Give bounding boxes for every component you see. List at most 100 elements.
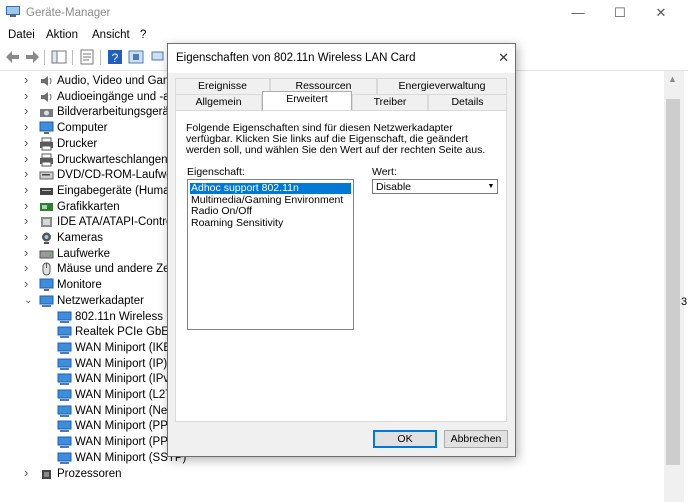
tree-item-label: Monitore	[57, 279, 102, 292]
ok-button[interactable]: OK	[373, 430, 437, 448]
scan-hardware-icon[interactable]	[151, 49, 167, 65]
chevron-right-icon[interactable]: ›	[24, 245, 34, 260]
svg-text:?: ?	[112, 51, 119, 65]
chevron-right-icon[interactable]: ›	[24, 276, 34, 291]
forward-arrow-icon[interactable]	[24, 49, 40, 65]
tree-item-label: Kameras	[57, 232, 104, 244]
speaker-icon	[41, 91, 52, 102]
keyboard-icon	[40, 187, 53, 195]
show-hide-console-tree-icon[interactable]	[51, 49, 67, 65]
tree-item-label: Eingabegeräte (Human	[57, 184, 176, 197]
chevron-right-icon[interactable]: ›	[24, 119, 34, 134]
dialog-close-button[interactable]: ✕	[498, 50, 509, 66]
tree-item-label: Audioeingänge und -au	[57, 90, 176, 103]
properties-icon[interactable]	[79, 49, 95, 65]
chevron-right-icon[interactable]: ›	[24, 465, 34, 480]
menu-aktion[interactable]: Aktion	[46, 29, 78, 41]
speaker-icon	[41, 76, 52, 86]
network-adapter-icon	[57, 436, 72, 449]
chevron-right-icon[interactable]: ›	[24, 166, 34, 181]
chevron-right-icon[interactable]: ›	[24, 213, 34, 228]
value-label: Wert:	[372, 166, 397, 178]
printer-icon	[40, 153, 53, 166]
chevron-right-icon[interactable]: ›	[24, 151, 34, 166]
tree-item-label: WAN Miniport (PPTF	[75, 436, 182, 449]
properties-dialog: Eigenschaften von 802.11n Wireless LAN C…	[167, 43, 516, 457]
toolbar-separator	[100, 50, 101, 65]
tree-item-label: Druckwarteschlangen	[57, 153, 168, 166]
update-driver-icon[interactable]	[128, 49, 144, 65]
tree-item-label: DVD/CD-ROM-Laufwerk	[57, 169, 183, 182]
tree-item-label: Laufwerke	[57, 247, 111, 260]
menu-ansicht[interactable]: Ansicht	[92, 29, 130, 41]
chevron-right-icon[interactable]: ›	[24, 229, 34, 244]
close-button[interactable]: ✕	[648, 4, 674, 22]
display-adapter-icon	[40, 202, 53, 211]
chevron-right-icon[interactable]: ›	[24, 103, 34, 118]
network-adapter-icon	[57, 452, 72, 464]
network-adapter-icon	[57, 405, 72, 417]
tree-item-label: Bildverarbeitungsgeräte	[57, 106, 179, 119]
cancel-button[interactable]: Abbrechen	[444, 430, 508, 448]
device-manager-icon	[6, 6, 20, 17]
chevron-right-icon[interactable]: ›	[24, 260, 34, 275]
tree-item-label: IDE ATA/ATAPI-Controlle	[57, 216, 184, 229]
tab-details[interactable]: Details	[428, 94, 507, 110]
help-icon[interactable]: ?	[107, 49, 123, 65]
chevron-right-icon[interactable]: ›	[24, 198, 34, 213]
chevron-right-icon[interactable]: ›	[24, 72, 34, 87]
property-list-item[interactable]: Adhoc support 802.11n	[190, 183, 351, 194]
property-listbox[interactable]: Adhoc support 802.11n Multimedia/Gaming E…	[187, 179, 354, 330]
property-list-item[interactable]: Multimedia/Gaming Environment	[190, 194, 351, 206]
tab-allgemein[interactable]: Allgemein	[175, 94, 262, 110]
tree-item-label: Prozessoren	[57, 467, 122, 480]
dialog-titlebar: Eigenschaften von 802.11n Wireless LAN C…	[168, 44, 515, 73]
minimize-button[interactable]: —	[565, 4, 591, 22]
value-dropdown[interactable]: Disable ▼	[372, 179, 498, 194]
tree-item-label: WAN Miniport (IPv6	[75, 373, 176, 386]
tree-item-label: Audio, Video und Game	[57, 75, 179, 87]
tree-item-label: Computer	[57, 122, 108, 135]
network-adapter-icon	[57, 342, 72, 354]
property-list-item[interactable]: Roaming Sensitivity	[190, 217, 351, 229]
chevron-right-icon[interactable]: ›	[24, 182, 34, 197]
menu-datei[interactable]: Datei	[8, 29, 35, 41]
chevron-down-icon[interactable]: ⌄	[24, 295, 34, 306]
tab-erweitert[interactable]: Erweitert	[262, 91, 352, 110]
network-adapter-icon	[39, 295, 54, 307]
tab-ereignisse[interactable]: Ereignisse	[175, 78, 270, 94]
tree-item-label: WAN Miniport (L2TP	[75, 389, 181, 401]
chevron-down-icon[interactable]: ▼	[485, 180, 497, 193]
tab-treiber[interactable]: Treiber	[352, 94, 428, 110]
monitor-icon	[39, 121, 54, 135]
network-adapter-icon	[57, 326, 72, 339]
maximize-button[interactable]: ☐	[607, 4, 633, 22]
toolbar-separator	[72, 50, 73, 65]
tree-item-label: Drucker	[57, 137, 98, 150]
clipped-text-fragment: 3	[681, 296, 688, 308]
printer-icon	[40, 137, 53, 151]
window-title: Geräte-Manager	[26, 7, 111, 19]
disk-icon	[39, 250, 54, 259]
menu-help[interactable]: ?	[140, 29, 146, 41]
tree-item-label: Mäuse und andere Zeig	[57, 263, 179, 276]
scroll-up-arrow-icon[interactable]: ▲	[668, 74, 677, 84]
disc-drive-icon	[39, 171, 54, 180]
back-arrow-icon[interactable]	[5, 49, 21, 65]
camera-icon	[40, 109, 53, 118]
value-selected-text: Disable	[376, 181, 412, 193]
property-list-item[interactable]: Radio On/Off	[190, 206, 351, 217]
network-adapter-icon	[57, 358, 72, 370]
tab-energieverwaltung[interactable]: Energieverwaltung	[377, 78, 507, 94]
processor-icon	[42, 469, 51, 479]
webcam-icon	[42, 232, 51, 244]
chevron-right-icon[interactable]: ›	[24, 88, 34, 103]
scrollbar-thumb[interactable]	[666, 99, 680, 465]
network-adapter-icon	[57, 389, 72, 401]
tree-item-label: WAN Miniport (Netw	[75, 404, 179, 417]
mouse-icon	[42, 262, 51, 276]
toolbar-separator	[44, 50, 45, 65]
network-adapter-icon	[57, 420, 72, 433]
tree-item-label: Netzwerkadapter	[57, 294, 144, 307]
chevron-right-icon[interactable]: ›	[24, 135, 34, 150]
